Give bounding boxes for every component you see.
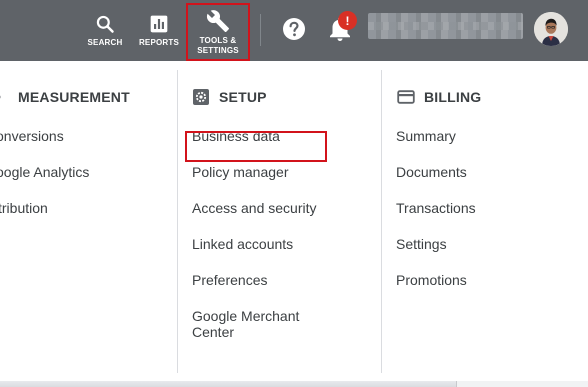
top-app-bar: SEARCH REPORTS TOOLS & SETTINGS ! — [0, 0, 588, 61]
measurement-header: MEASUREMENT — [0, 87, 130, 107]
tools-label-line1: TOOLS & — [199, 35, 237, 45]
highlight-box — [185, 131, 327, 162]
setup-header: SETUP — [192, 87, 267, 107]
user-photo-icon — [534, 12, 568, 46]
billing-title: BILLING — [424, 89, 482, 105]
avatar[interactable] — [534, 12, 568, 46]
search-label: SEARCH — [87, 37, 123, 47]
setup-title: SETUP — [219, 89, 267, 105]
reports-icon — [150, 15, 168, 32]
gear-icon — [192, 88, 210, 106]
wrench-icon — [206, 9, 229, 32]
menu-item-attribution[interactable]: tribution — [0, 200, 48, 216]
menu-item-transactions[interactable]: Transactions — [396, 200, 476, 216]
search-button[interactable]: SEARCH — [84, 0, 126, 61]
help-button[interactable] — [282, 17, 306, 41]
menu-item-linked-accounts[interactable]: Linked accounts — [192, 236, 293, 252]
menu-item-documents[interactable]: Documents — [396, 164, 467, 180]
reports-button[interactable]: REPORTS — [136, 0, 182, 61]
alert-badge: ! — [338, 11, 357, 30]
measurement-title: MEASUREMENT — [18, 89, 130, 105]
tools-label-line2: SETTINGS — [197, 45, 239, 55]
menu-item-google-analytics[interactable]: oogle Analytics — [0, 164, 89, 180]
tools-settings-button[interactable]: TOOLS & SETTINGS — [186, 3, 250, 61]
menu-item-google-merchant-center[interactable]: Google Merchant Center — [192, 308, 322, 340]
page-background-segment — [456, 381, 588, 387]
measurement-icon — [0, 88, 9, 106]
column-divider — [381, 70, 382, 373]
menu-item-settings[interactable]: Settings — [396, 236, 447, 252]
menu-item-promotions[interactable]: Promotions — [396, 272, 467, 288]
menu-item-access-and-security[interactable]: Access and security — [192, 200, 317, 216]
search-icon — [96, 15, 114, 33]
menu-item-preferences[interactable]: Preferences — [192, 272, 267, 288]
page-background-strip — [0, 381, 588, 387]
help-icon — [283, 18, 305, 40]
menu-item-conversions[interactable]: onversions — [0, 128, 64, 144]
reports-label: REPORTS — [138, 37, 180, 47]
topbar-divider — [260, 14, 261, 46]
menu-item-summary[interactable]: Summary — [396, 128, 456, 144]
credit-card-icon — [397, 88, 415, 106]
billing-header: BILLING — [397, 87, 481, 107]
column-divider — [177, 70, 178, 373]
menu-item-policy-manager[interactable]: Policy manager — [192, 164, 289, 180]
tools-settings-menu: MEASUREMENT onversions oogle Analytics t… — [0, 61, 588, 381]
account-name-blurred[interactable] — [368, 13, 523, 39]
